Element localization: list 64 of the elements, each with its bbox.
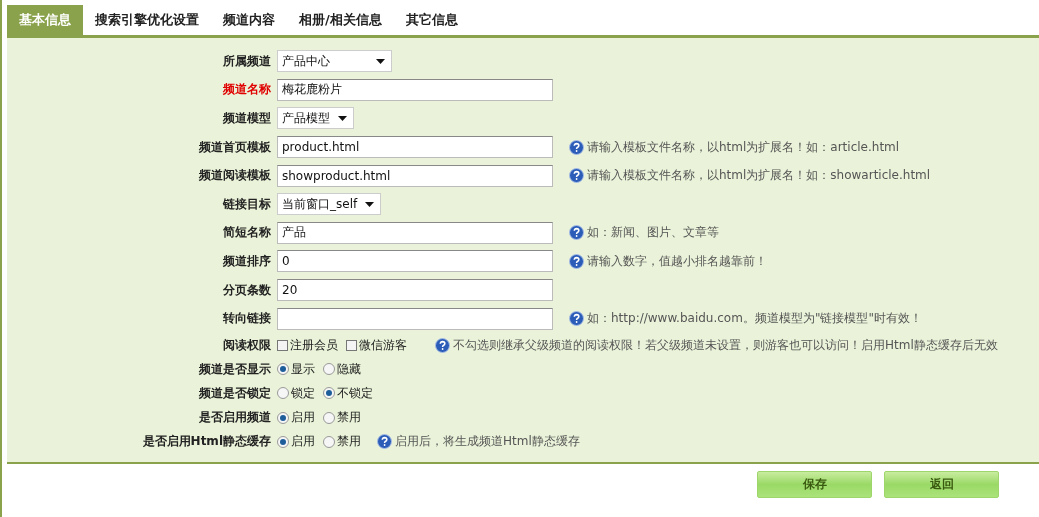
hint-text: 如：http://www.baidu.com。频道模型为"链接模型"时有效！ [587, 310, 922, 328]
text-field[interactable]: 20 [277, 279, 553, 302]
field-label: 是否启用Html静态缓存 [141, 433, 271, 451]
checkbox-label: 微信游客 [359, 336, 407, 354]
text-field[interactable]: 0 [277, 250, 553, 273]
field-label: 分页条数 [222, 281, 271, 299]
field-label: 所属频道 [222, 52, 271, 70]
field-label: 频道名称 [222, 81, 271, 99]
field-label: 链接目标 [222, 195, 271, 213]
help-icon [569, 168, 584, 184]
help-icon [569, 253, 584, 269]
text-field[interactable] [277, 307, 553, 330]
hint-text: 不勾选则继承父级频道的阅读权限！若父级频道未设置，则游客也可以访问！启用Html静态缓存后无效 [453, 336, 998, 354]
radio-label: 禁用 [337, 409, 361, 427]
caret-icon [338, 116, 347, 121]
field-label: 频道模型 [222, 110, 271, 127]
radio-button[interactable] [277, 411, 289, 424]
radio-label: 显示 [291, 360, 315, 378]
text-field[interactable]: product.html [277, 136, 553, 159]
checkbox[interactable] [277, 339, 288, 351]
radio-button[interactable] [277, 387, 289, 400]
text-field[interactable]: 梅花鹿粉片 [277, 78, 553, 101]
help-icon [569, 225, 584, 241]
field-label: 转向链接 [222, 310, 271, 328]
text-field[interactable]: 产品 [277, 221, 553, 244]
help-icon [569, 139, 584, 155]
field-label: 频道是否显示 [198, 360, 271, 378]
help-icon [435, 337, 450, 353]
help-icon [569, 311, 584, 327]
radio-button[interactable] [323, 435, 335, 448]
hint-text: 请输入模板文件名称，以html为扩展名！如：showarticle.html [587, 167, 931, 185]
action-button[interactable]: 保存 [757, 470, 872, 498]
radio-button[interactable] [323, 387, 335, 400]
caret-icon [376, 58, 385, 64]
checkbox-label: 注册会员 [290, 336, 338, 354]
radio-label: 锁定 [291, 384, 315, 402]
radio-button[interactable] [323, 411, 335, 424]
radio-label: 隐藏 [337, 360, 361, 378]
hint-text: 请输入模板文件名称，以html为扩展名！如：article.html [587, 138, 900, 156]
field-label: 是否启用频道 [198, 409, 271, 427]
hint-text: 启用后，将生成频道Html静态缓存 [395, 433, 580, 451]
field-label: 简短名称 [222, 224, 271, 242]
radio-button[interactable] [323, 363, 335, 376]
radio-label: 启用 [291, 433, 315, 451]
dropdown[interactable]: 当前窗口_self [277, 193, 382, 216]
field-label: 频道首页模板 [198, 138, 271, 156]
field-label: 频道是否锁定 [198, 384, 271, 402]
field-label: 频道阅读模板 [198, 167, 271, 185]
dropdown[interactable]: 产品中心 [277, 50, 392, 73]
radio-label: 启用 [291, 409, 315, 427]
hint-text: 如：新闻、图片、文章等 [587, 224, 719, 242]
checkbox[interactable] [346, 339, 357, 351]
field-label: 阅读权限 [222, 336, 271, 354]
radio-button[interactable] [277, 363, 289, 376]
action-button[interactable]: 返回 [884, 470, 999, 498]
field-label: 频道排序 [222, 252, 271, 270]
text-field[interactable]: showproduct.html [277, 164, 553, 187]
radio-button[interactable] [277, 435, 289, 448]
dropdown[interactable]: 产品模型 [277, 107, 354, 130]
help-icon [377, 434, 392, 450]
radio-label: 禁用 [337, 433, 361, 451]
radio-label: 不锁定 [337, 384, 373, 402]
caret-icon [365, 201, 375, 207]
hint-text: 请输入数字，值越小排名越靠前！ [587, 252, 767, 270]
